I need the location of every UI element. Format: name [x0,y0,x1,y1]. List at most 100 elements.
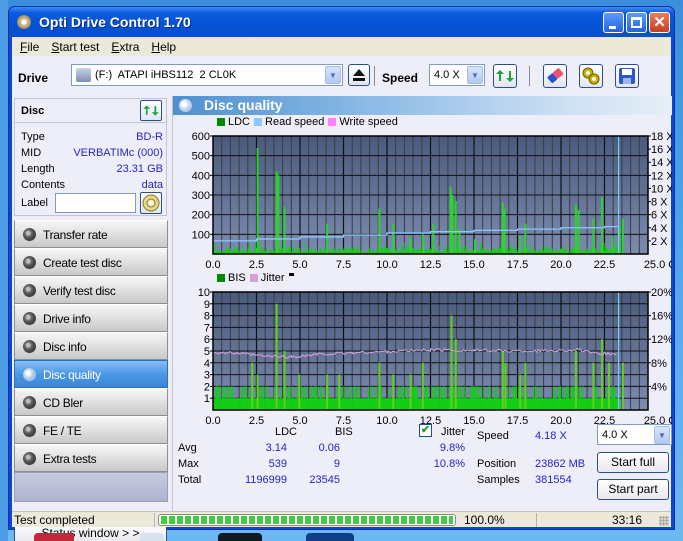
settings-button[interactable] [579,64,603,88]
menu-file[interactable]: File [14,40,45,54]
bis-bar [606,386,608,410]
ldc-bar [248,242,250,254]
bis-bar [250,386,252,410]
bis-bar [314,386,316,410]
erase-button[interactable] [543,64,567,88]
bis-bar [360,398,362,410]
bis-bar [480,386,482,410]
bis-bar [243,398,245,410]
bis-bar [229,386,231,410]
bis-bar [300,386,302,410]
bis-bar [336,386,338,410]
ldc-bar [227,247,229,254]
disc-length-label: Length [21,163,55,175]
save-button[interactable] [615,64,639,88]
bis-bar [248,398,250,410]
refresh-disc-button[interactable] [140,100,162,121]
progress-fill [161,516,453,524]
menu-help[interactable]: Help [145,40,182,54]
bis-bar [540,386,542,410]
bis-bar [579,398,581,410]
chevron-down-icon[interactable]: ▼ [467,66,483,84]
position-label: Position [477,458,517,470]
start-full-button[interactable]: Start full [597,452,669,473]
bis-bar [374,398,376,410]
nav-disc-info[interactable]: Disc info [14,332,168,360]
bis-bar [458,386,460,410]
ldc-spike [326,223,329,254]
bis-bar [419,398,421,410]
ldc-bar [255,248,257,254]
y-tick-label: 3 [204,370,210,382]
nav-transfer-rate[interactable]: Transfer rate [14,220,168,248]
refresh-drive-button[interactable] [493,64,517,88]
speed-select[interactable]: 4.0 X ▼ [429,64,485,86]
ldc-bar [413,248,415,254]
write-label-button[interactable] [140,192,162,214]
ldc-bar [233,245,235,254]
bis-bar [569,398,571,410]
nav-verify-test-disc[interactable]: Verify test disc [14,276,168,304]
resize-grip[interactable] [659,516,669,526]
bis-bar [603,398,605,410]
bis-bar [474,398,476,410]
drive-info-icon [23,312,36,325]
disc-label-input[interactable] [55,193,136,213]
ldc-spike [601,196,604,254]
nav-drive-info[interactable]: Drive info [14,304,168,332]
nav-fe-te[interactable]: FE / TE [14,416,168,444]
jitter-checkbox[interactable]: ✔ [419,424,432,437]
bis-bar [353,398,355,410]
bis-bar [580,386,582,410]
bis-bar [244,386,246,410]
nav-disc-quality[interactable]: Disc quality [14,360,168,388]
bis-spike [421,362,424,410]
chevron-down-icon[interactable]: ▼ [654,426,670,444]
title-bar[interactable]: Opti Drive Control 1.70 ✕ [9,7,674,37]
bis-bar [540,398,542,410]
ldc-spike [503,208,506,254]
bis-bar [359,398,361,410]
minimize-button[interactable] [603,12,624,33]
bis-bar [611,386,613,410]
nav-cd-bler[interactable]: CD Bler [14,388,168,416]
bis-bar [328,398,330,410]
bis-bar [313,398,315,410]
bis-bar [396,398,398,410]
close-button[interactable]: ✕ [649,12,670,33]
ldc-spike [519,235,522,254]
test-speed-select[interactable]: 4.0 X ▼ [597,424,672,445]
eject-button[interactable] [348,64,370,86]
bis-bar [614,398,616,410]
label-key-text: Label [21,197,48,209]
bis-bar [333,398,335,410]
bis-bar [291,386,293,410]
start-part-button[interactable]: Start part [597,479,669,500]
bis-bar [554,398,556,410]
nav-extra-tests[interactable]: Extra tests [14,444,168,472]
bis-bar [577,386,579,410]
bis-spike [607,362,610,410]
ldc-bar [587,248,589,254]
ldc-bar [381,247,383,254]
y-tick-label: 100 [192,229,210,241]
ldc-bar [226,248,228,254]
ldc-bar [480,242,482,254]
nav-create-test-disc[interactable]: Create test disc [14,248,168,276]
drive-select[interactable]: (F:) ATAPI iHBS112 2 CL0K ▼ [71,64,343,86]
speed-label: Speed [382,71,419,85]
bis-bar [594,386,596,410]
bis-bar [266,398,268,410]
maximize-button[interactable] [626,12,647,33]
bis-bar [424,398,426,410]
menu-start-test[interactable]: Start test [45,40,105,54]
chevron-down-icon[interactable]: ▼ [325,66,341,84]
bis-bar [361,398,363,410]
menu-extra[interactable]: Extra [105,40,145,54]
bis-bar [615,398,617,410]
bis-bar [353,386,355,410]
ldc-bar [412,248,414,254]
bis-bar [381,398,383,410]
y2-tick-label: 18 X [651,131,672,143]
bis-bar [233,398,235,410]
